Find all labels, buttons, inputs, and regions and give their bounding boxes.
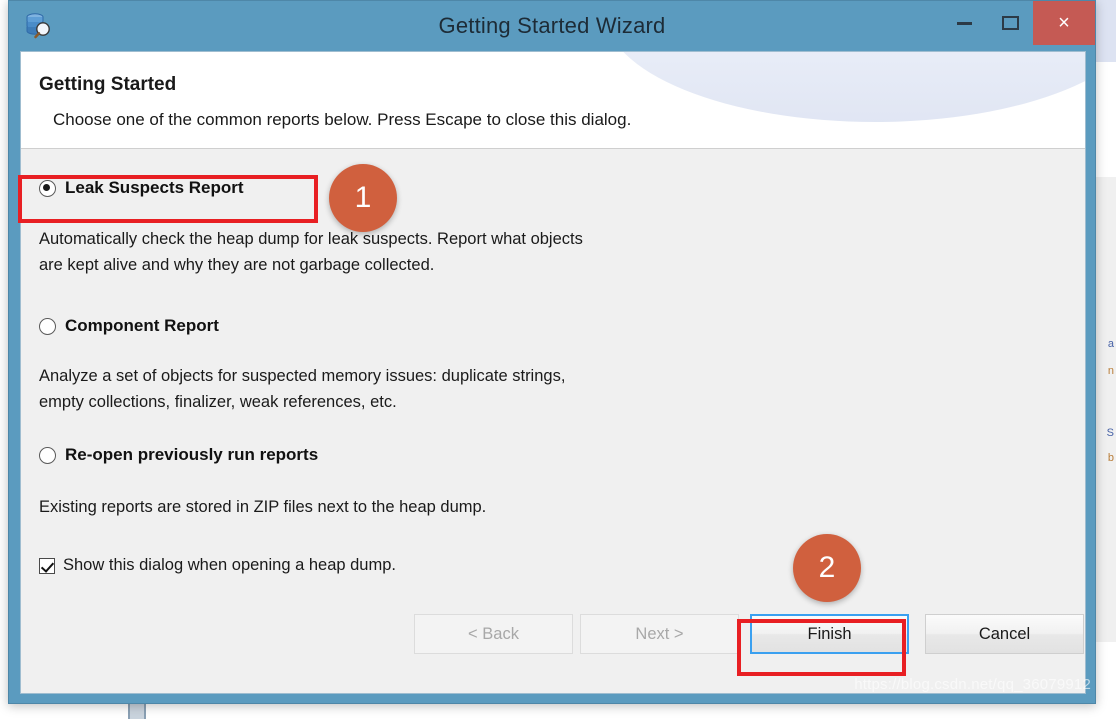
finish-button[interactable]: Finish <box>750 614 909 654</box>
radio-component-report-icon[interactable] <box>39 317 56 335</box>
radio-reopen-reports-icon[interactable] <box>39 446 56 464</box>
radio-option-label: Component Report <box>65 316 219 335</box>
title-bar[interactable]: Getting Started Wizard × <box>9 1 1095 51</box>
dialog-body: Leak Suspects Report Automatically check… <box>21 149 1085 643</box>
radio-option-reopen-reports[interactable]: Re-open previously run reports <box>39 445 318 465</box>
option-description-leak-suspects: Automatically check the heap dump for le… <box>39 230 583 274</box>
watermark-text: https://blog.csdn.net/qq_36079912 <box>854 676 1091 693</box>
back-button[interactable]: < Back <box>414 614 573 654</box>
banner-decoration <box>605 52 1085 122</box>
page-title: Getting Started <box>39 74 177 95</box>
bg-text-fragment: b <box>1107 452 1114 464</box>
bg-text-fragment: n <box>1107 365 1114 377</box>
maximize-button[interactable] <box>987 1 1033 45</box>
option-description-reopen-reports: Existing reports are stored in ZIP files… <box>39 498 487 516</box>
annotation-badge-2: 2 <box>793 534 861 602</box>
bg-text-fragment: S <box>1106 427 1114 439</box>
radio-leak-suspects-icon[interactable] <box>39 179 56 197</box>
next-button[interactable]: Next > <box>580 614 739 654</box>
window-controls: × <box>941 1 1095 45</box>
dialog-header-banner: Getting Started Choose one of the common… <box>21 52 1085 149</box>
radio-option-label: Leak Suspects Report <box>65 178 244 197</box>
show-dialog-checkbox-row[interactable]: Show this dialog when opening a heap dum… <box>39 556 396 575</box>
dialog-client-area: Getting Started Choose one of the common… <box>20 51 1086 694</box>
bg-text-fragment: a <box>1107 338 1114 350</box>
radio-option-label: Re-open previously run reports <box>65 445 319 464</box>
window-title: Getting Started Wizard <box>438 13 666 38</box>
close-icon: × <box>1058 11 1070 34</box>
show-dialog-checkbox-label: Show this dialog when opening a heap dum… <box>63 556 396 574</box>
radio-option-component-report[interactable]: Component Report <box>39 316 219 336</box>
option-description-component-report: Analyze a set of objects for suspected m… <box>39 367 566 411</box>
radio-option-leak-suspects-report[interactable]: Leak Suspects Report <box>39 178 244 198</box>
maximize-icon <box>1001 16 1019 30</box>
close-button[interactable]: × <box>1033 1 1095 45</box>
page-subtitle: Choose one of the common reports below. … <box>53 110 632 129</box>
minimize-button[interactable] <box>941 1 987 45</box>
getting-started-wizard-window: Getting Started Wizard × Getting Started… <box>8 0 1096 704</box>
annotation-badge-1: 1 <box>329 164 397 232</box>
show-dialog-checkbox[interactable] <box>39 557 55 574</box>
cancel-button[interactable]: Cancel <box>925 614 1084 654</box>
minimize-icon <box>956 21 972 25</box>
